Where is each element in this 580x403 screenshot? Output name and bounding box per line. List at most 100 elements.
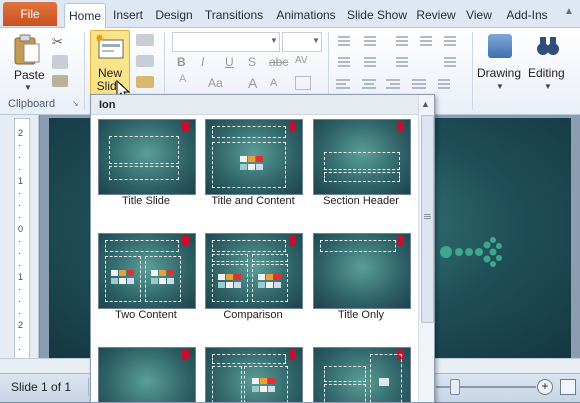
- paragraph-tools: [336, 36, 456, 89]
- caption-placeholder: [324, 384, 366, 402]
- heading-placeholder-right: [252, 254, 288, 262]
- layout-label-comparison[interactable]: Comparison: [198, 309, 308, 321]
- bold-button[interactable]: B: [177, 55, 186, 69]
- dialog-launcher-icon[interactable]: ↘: [72, 99, 79, 108]
- chevron-down-icon[interactable]: ▼: [270, 36, 278, 45]
- chevron-up-icon[interactable]: ▲: [562, 6, 576, 20]
- tab-add-ins[interactable]: Add-Ins: [500, 3, 554, 27]
- heading-placeholder-left: [212, 254, 248, 262]
- layout-thumbnail-comparison[interactable]: [205, 233, 303, 309]
- font-color-icon[interactable]: A: [177, 73, 193, 87]
- file-tab[interactable]: File: [3, 2, 57, 26]
- accent-tab: [397, 236, 404, 246]
- clear-formatting-icon[interactable]: [295, 76, 311, 90]
- tab-design[interactable]: Design: [152, 3, 196, 27]
- layout-thumbnail-title-and-content[interactable]: [205, 119, 303, 195]
- character-spacing-button[interactable]: AV: [295, 55, 308, 66]
- scroll-up-icon[interactable]: ▲: [421, 99, 430, 109]
- fit-to-window-icon[interactable]: [560, 379, 576, 395]
- layout-icon[interactable]: [136, 34, 154, 46]
- tab-animations[interactable]: Animations: [272, 3, 340, 27]
- tab-review[interactable]: Review: [414, 3, 458, 27]
- content-icons: [258, 274, 281, 290]
- change-case-button[interactable]: Aa: [208, 76, 223, 90]
- content-icons: [240, 156, 263, 172]
- title-placeholder: [324, 366, 366, 382]
- section-icon[interactable]: [136, 76, 154, 88]
- chevron-down-icon[interactable]: ▼: [496, 82, 504, 91]
- content-icons: [218, 274, 241, 290]
- drawing-button[interactable]: Drawing: [477, 66, 521, 80]
- layout-label-title-and-content[interactable]: Title and Content: [198, 195, 308, 207]
- layout-thumbnail-content-with-caption[interactable]: [205, 347, 303, 402]
- tab-transitions[interactable]: Transitions: [200, 3, 268, 27]
- layout-label-title-only[interactable]: Title Only: [306, 309, 416, 321]
- title-placeholder: [212, 126, 286, 138]
- grow-font-button[interactable]: A: [248, 75, 257, 91]
- tab-home[interactable]: Home: [64, 3, 106, 28]
- group-separator: [472, 32, 473, 110]
- accent-tab: [289, 350, 296, 360]
- tab-view[interactable]: View: [462, 3, 496, 27]
- accent-tab: [182, 236, 189, 246]
- layout-thumbnail-picture-with-caption[interactable]: [313, 347, 411, 402]
- text-placeholder: [324, 172, 400, 182]
- layout-thumbnail-title-only[interactable]: [313, 233, 411, 309]
- chevron-down-icon[interactable]: ▼: [544, 82, 552, 91]
- reset-icon[interactable]: [136, 55, 154, 67]
- shadow-button[interactable]: S: [248, 55, 256, 69]
- content-icons: [252, 378, 275, 394]
- shapes-icon[interactable]: [488, 34, 512, 58]
- italic-button[interactable]: I: [201, 55, 204, 69]
- status-separator: [88, 378, 89, 396]
- binoculars-icon[interactable]: [536, 34, 560, 58]
- clipboard-icon: [14, 34, 40, 65]
- content-icons: [111, 270, 134, 286]
- scissors-icon[interactable]: ✂: [52, 34, 63, 50]
- layout-thumbnail-blank[interactable]: [98, 347, 196, 402]
- accent-tab: [397, 122, 404, 132]
- gallery-scrollbar[interactable]: ▲: [418, 95, 434, 402]
- layout-label-two-content[interactable]: Two Content: [91, 309, 201, 321]
- chevron-down-icon[interactable]: ▼: [24, 83, 32, 92]
- title-placeholder: [212, 354, 286, 364]
- accent-tab: [289, 236, 296, 246]
- slide-arrow-graphic: [440, 237, 502, 267]
- content-icons: [151, 270, 174, 286]
- svg-text:✸: ✸: [95, 32, 104, 45]
- zoom-in-icon[interactable]: +: [537, 379, 553, 395]
- scroll-thumb[interactable]: [421, 115, 434, 323]
- title-placeholder: [320, 240, 396, 252]
- zoom-slider-thumb[interactable]: [450, 379, 460, 395]
- tab-slide-show[interactable]: Slide Show: [344, 3, 410, 27]
- paste-button[interactable]: [12, 32, 42, 66]
- title-placeholder: [109, 136, 179, 164]
- tab-insert[interactable]: Insert: [108, 3, 148, 27]
- font-name-box[interactable]: [172, 32, 280, 52]
- shrink-font-button[interactable]: A: [270, 77, 277, 89]
- title-placeholder: [212, 240, 286, 252]
- vertical-ruler: 2···1···0···1···2···: [14, 118, 30, 372]
- slide-count-status: Slide 1 of 1: [11, 380, 72, 394]
- accent-tab: [182, 122, 189, 132]
- layout-label-title-slide[interactable]: Title Slide: [91, 195, 201, 207]
- accent-tab: [289, 122, 296, 132]
- layout-thumbnail-two-content[interactable]: [98, 233, 196, 309]
- caption-placeholder: [212, 366, 242, 402]
- paste-label[interactable]: Paste: [14, 68, 45, 82]
- format-painter-icon[interactable]: [52, 75, 68, 87]
- new-slide-label-line1: New: [97, 66, 122, 80]
- editing-button[interactable]: Editing: [528, 66, 565, 80]
- layout-thumbnail-section-header[interactable]: [313, 119, 411, 195]
- layout-thumbnail-title-slide[interactable]: [98, 119, 196, 195]
- layout-label-section-header[interactable]: Section Header: [306, 195, 416, 207]
- chevron-down-icon[interactable]: ▼: [312, 36, 320, 45]
- gallery-theme-header: Ion: [91, 95, 420, 115]
- new-slide-icon: ✸: [95, 32, 124, 59]
- strikethrough-button[interactable]: abc: [269, 55, 288, 69]
- picture-icon: [379, 378, 389, 386]
- group-separator: [84, 32, 85, 110]
- copy-icon[interactable]: [52, 55, 68, 69]
- title-placeholder: [324, 152, 400, 170]
- underline-button[interactable]: U: [225, 55, 234, 69]
